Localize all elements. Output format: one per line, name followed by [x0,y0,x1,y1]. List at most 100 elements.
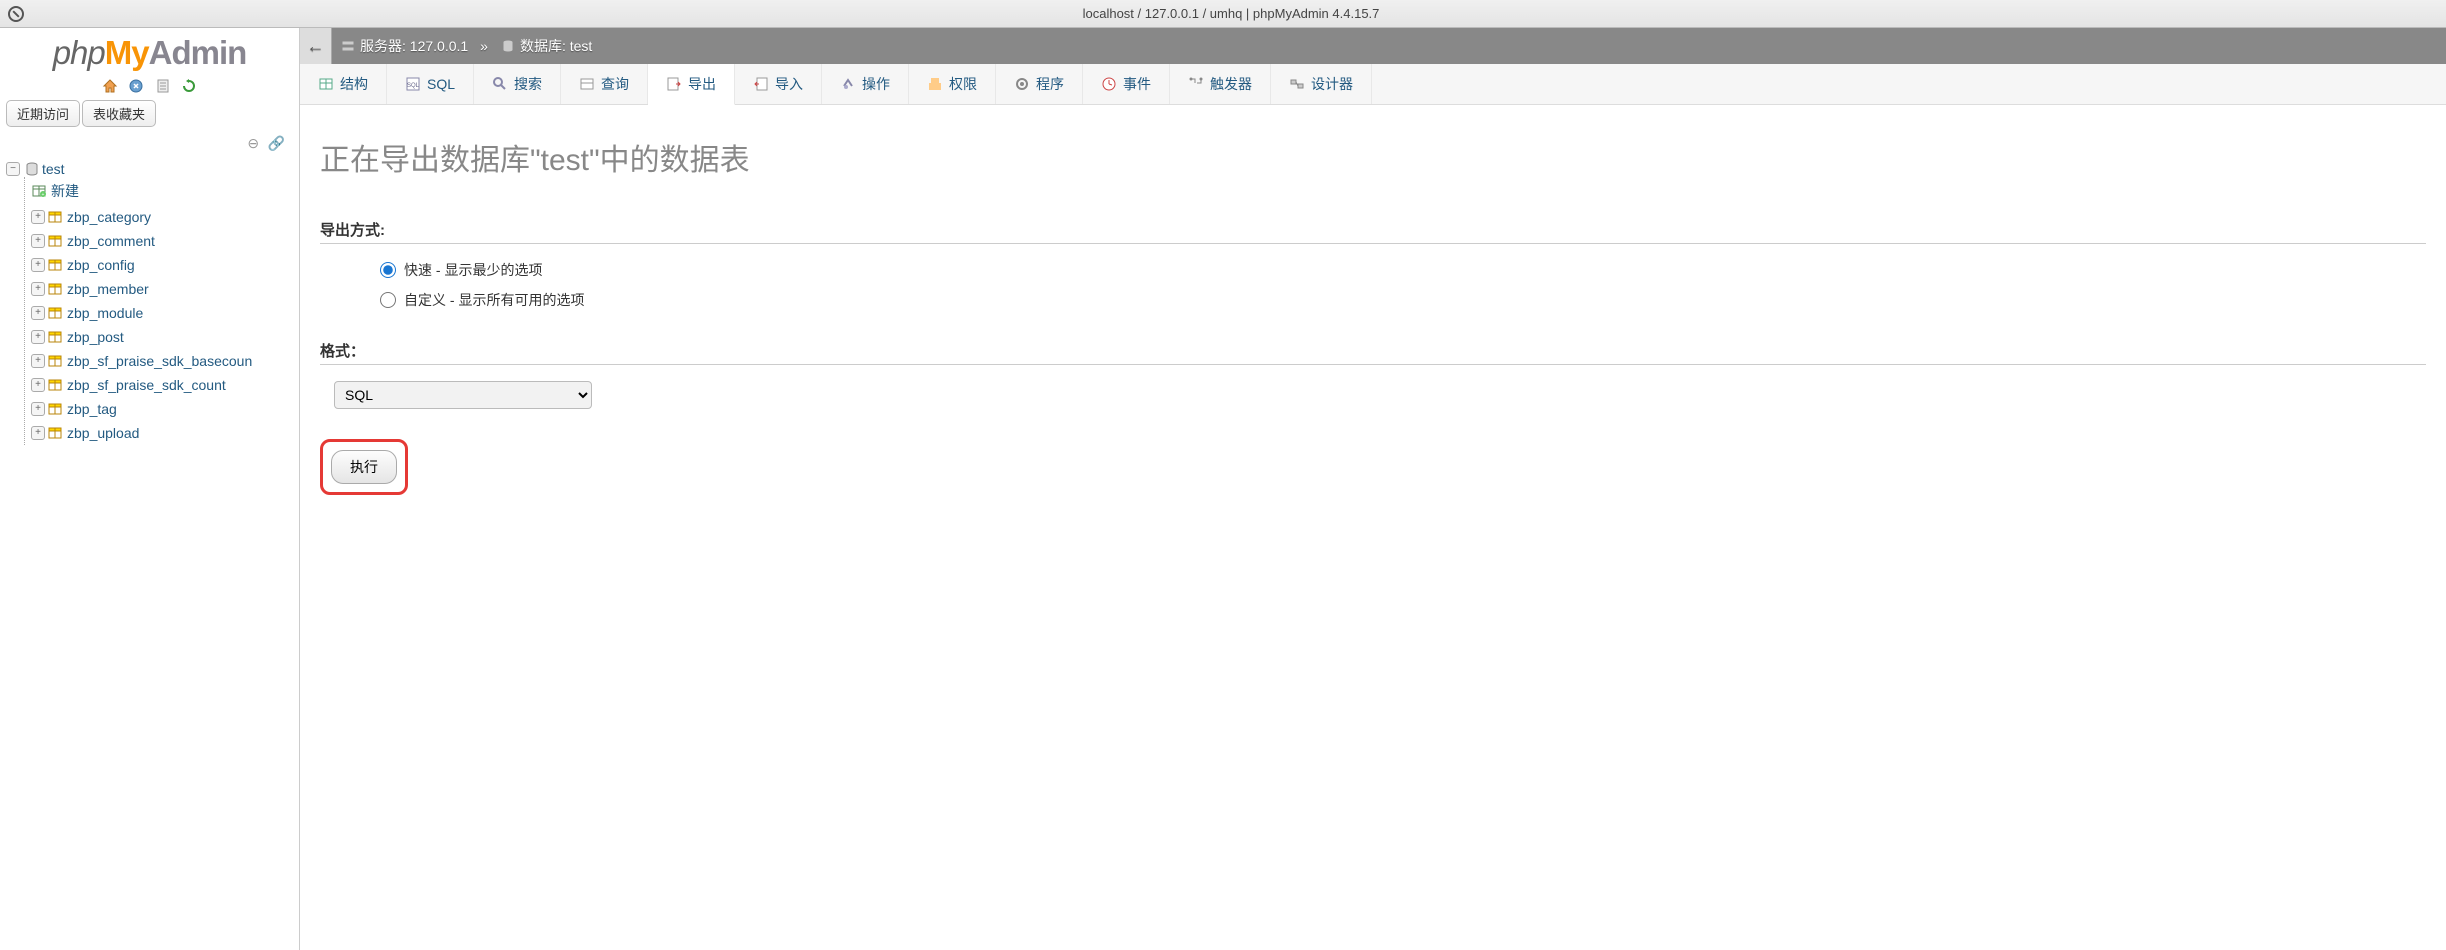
submit-button[interactable]: 执行 [331,450,397,484]
tab-recent[interactable]: 近期访问 [6,100,80,127]
table-name[interactable]: zbp_tag [67,401,117,417]
table-structure-icon[interactable] [47,353,63,369]
format-select[interactable]: SQL [334,381,592,409]
table-structure-icon[interactable] [47,425,63,441]
tab-export[interactable]: 导出 [648,64,735,105]
breadcrumb-sep: » [480,38,488,54]
tab-import[interactable]: 导入 [735,64,822,104]
plus-icon[interactable]: + [31,330,45,344]
tab-label: 导出 [688,74,716,94]
tab-triggers[interactable]: 触发器 [1170,64,1271,104]
home-icon[interactable] [102,77,118,93]
tree-new-table[interactable]: + 新建 [31,177,293,205]
table-structure-icon[interactable] [47,209,63,225]
back-button[interactable]: ← [300,28,332,64]
breadcrumb-server[interactable]: 服务器: 127.0.0.1 [332,36,476,56]
table-name[interactable]: zbp_post [67,329,124,345]
plus-icon[interactable]: + [31,402,45,416]
privileges-icon [927,76,943,92]
plus-icon[interactable]: + [31,354,45,368]
table-structure-icon[interactable] [47,401,63,417]
tab-query[interactable]: 查询 [561,64,648,104]
breadcrumb: ← 服务器: 127.0.0.1 » 数据库: test [300,28,2446,64]
sql-icon: SQL [405,76,421,92]
main-area: 正在导出数据库"test"中的数据表 导出方式: 快速 - 显示最少的选项 自定… [300,105,2446,525]
plus-icon[interactable]: + [31,306,45,320]
search-icon [492,76,508,92]
export-icon [666,76,682,92]
plus-icon[interactable]: + [31,378,45,392]
tab-label: 导入 [775,74,803,94]
plus-icon[interactable]: + [31,234,45,248]
table-structure-icon[interactable] [47,233,63,249]
format-select-wrap: SQL [334,381,2426,409]
tree-table-item[interactable]: + zbp_member [31,277,293,301]
tab-label: 搜索 [514,74,542,94]
tree-table-item[interactable]: + zbp_comment [31,229,293,253]
plus-icon[interactable]: + [31,258,45,272]
tab-favorites[interactable]: 表收藏夹 [82,100,156,127]
table-structure-icon[interactable] [47,305,63,321]
tree-table-item[interactable]: + zbp_sf_praise_sdk_count [31,373,293,397]
tab-search[interactable]: 搜索 [474,64,561,104]
tab-events[interactable]: 事件 [1083,64,1170,104]
table-icon: + [31,183,47,199]
plus-icon[interactable]: + [31,426,45,440]
routines-icon [1014,76,1030,92]
tab-designer[interactable]: 设计器 [1271,64,1372,104]
radio-quick-input[interactable] [380,262,396,278]
table-name[interactable]: zbp_comment [67,233,155,249]
table-structure-icon[interactable] [47,377,63,393]
link-icon[interactable]: 🔗 [268,135,285,151]
tree-table-item[interactable]: + zbp_category [31,205,293,229]
docs-icon[interactable] [155,77,171,93]
table-name[interactable]: zbp_upload [67,425,139,441]
tree-table-item[interactable]: + zbp_module [31,301,293,325]
sidebar: phpMyAdmin 近期访问 表收藏夹 ⊖ 🔗 − test + [0,28,300,950]
radio-quick[interactable]: 快速 - 显示最少的选项 [380,260,2426,280]
tree-table-item[interactable]: + zbp_upload [31,421,293,445]
tree-table-item[interactable]: + zbp_tag [31,397,293,421]
tab-privileges[interactable]: 权限 [909,64,996,104]
triggers-icon [1188,76,1204,92]
tab-label: SQL [427,76,455,92]
format-label: 格式： [320,340,2426,365]
radio-custom-input[interactable] [380,292,396,308]
table-structure-icon[interactable] [47,281,63,297]
tree-table-item[interactable]: + zbp_config [31,253,293,277]
logout-icon[interactable] [128,77,144,93]
table-name[interactable]: zbp_sf_praise_sdk_count [67,377,226,393]
radio-custom[interactable]: 自定义 - 显示所有可用的选项 [380,290,2426,310]
tree-table-item[interactable]: + zbp_post [31,325,293,349]
reload-icon[interactable] [181,77,197,93]
tab-sql[interactable]: SQL SQL [387,64,474,104]
table-name[interactable]: zbp_category [67,209,151,225]
sidebar-toolbar [0,74,299,98]
tab-structure[interactable]: 结构 [300,64,387,104]
tab-routines[interactable]: 程序 [996,64,1083,104]
new-table-label[interactable]: 新建 [51,181,79,201]
tree-db-label[interactable]: test [42,161,65,177]
table-structure-icon[interactable] [47,329,63,345]
tree-children: + 新建 + zbp_category + zbp_comment + zbp_confi… [24,177,293,445]
plus-icon[interactable]: + [31,282,45,296]
top-tabs: 结构 SQL SQL 搜索查询 导出 导入操作权限程序事件 触发器设计器 [300,64,2446,105]
breadcrumb-database[interactable]: 数据库: test [492,36,600,56]
tab-label: 结构 [340,74,368,94]
radio-quick-label: 快速 - 显示最少的选项 [404,260,542,280]
tree-db-node[interactable]: − test [6,161,293,177]
bc-db-value: test [570,38,593,54]
table-name[interactable]: zbp_config [67,257,135,273]
table-name[interactable]: zbp_member [67,281,149,297]
plus-icon[interactable]: + [31,210,45,224]
window-title: localhost / 127.0.0.1 / umhq | phpMyAdmi… [24,6,2438,21]
tree-table-item[interactable]: + zbp_sf_praise_sdk_basecoun [31,349,293,373]
table-name[interactable]: zbp_module [67,305,143,321]
tab-label: 触发器 [1210,74,1252,94]
table-structure-icon[interactable] [47,257,63,273]
minus-icon[interactable]: − [6,162,20,176]
table-name[interactable]: zbp_sf_praise_sdk_basecoun [67,353,252,369]
collapse-all-icon[interactable]: ⊖ [247,135,259,151]
logo[interactable]: phpMyAdmin [0,28,299,74]
tab-operations[interactable]: 操作 [822,64,909,104]
